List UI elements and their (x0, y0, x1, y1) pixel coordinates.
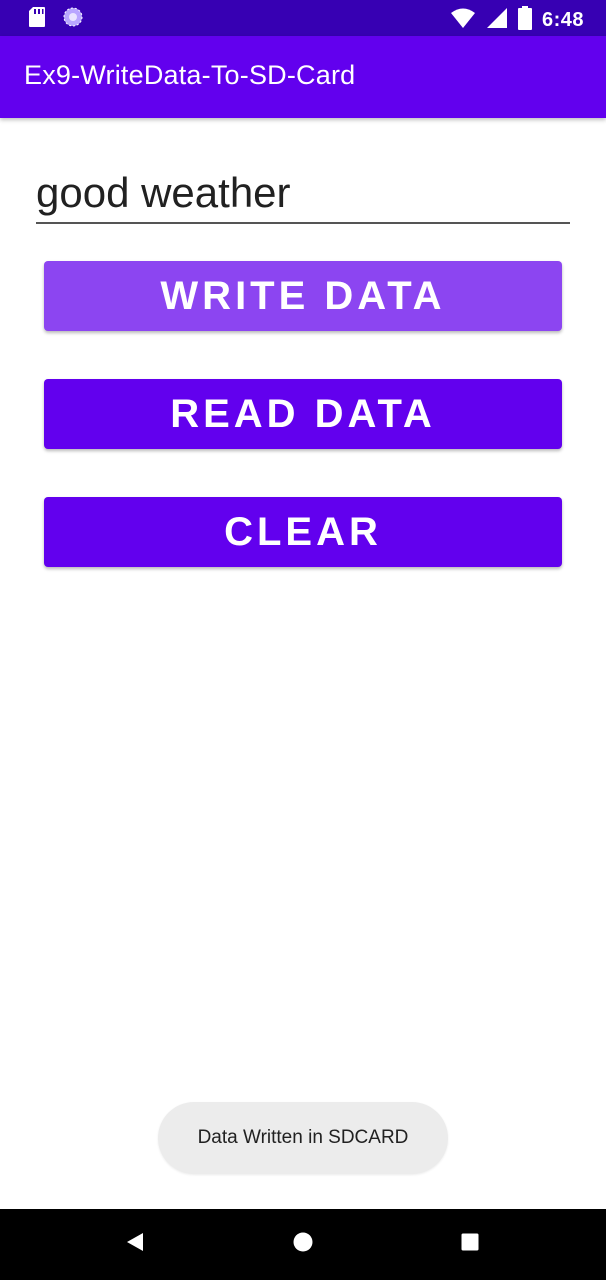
navigation-bar (0, 1209, 606, 1280)
write-data-button[interactable]: WRITE DATA (44, 261, 562, 331)
recents-button[interactable] (430, 1209, 510, 1280)
sd-card-icon (28, 6, 46, 33)
recents-icon (461, 1233, 479, 1256)
battery-icon (517, 6, 532, 35)
app-title: Ex9-WriteData-To-SD-Card (24, 60, 356, 90)
data-text-input[interactable] (36, 164, 570, 224)
status-bar-notifications (28, 6, 84, 33)
status-bar-clock: 6:48 (541, 9, 584, 31)
wifi-icon (450, 7, 476, 34)
back-button[interactable] (95, 1209, 175, 1280)
clear-button[interactable]: CLEAR (44, 497, 562, 567)
toast-message: Data Written in SDCARD (158, 1102, 448, 1174)
sync-spinner-icon (62, 6, 84, 33)
status-bar: 6:48 (0, 0, 606, 36)
toast-text: Data Written in SDCARD (197, 1127, 409, 1148)
status-bar-system-icons: 6:48 (450, 6, 584, 35)
cell-signal-icon (486, 7, 508, 34)
app-bar: Ex9-WriteData-To-SD-Card (0, 36, 606, 118)
home-icon (293, 1232, 313, 1257)
back-icon (126, 1232, 144, 1257)
read-data-button[interactable]: READ DATA (44, 379, 562, 449)
home-button[interactable] (263, 1209, 343, 1280)
